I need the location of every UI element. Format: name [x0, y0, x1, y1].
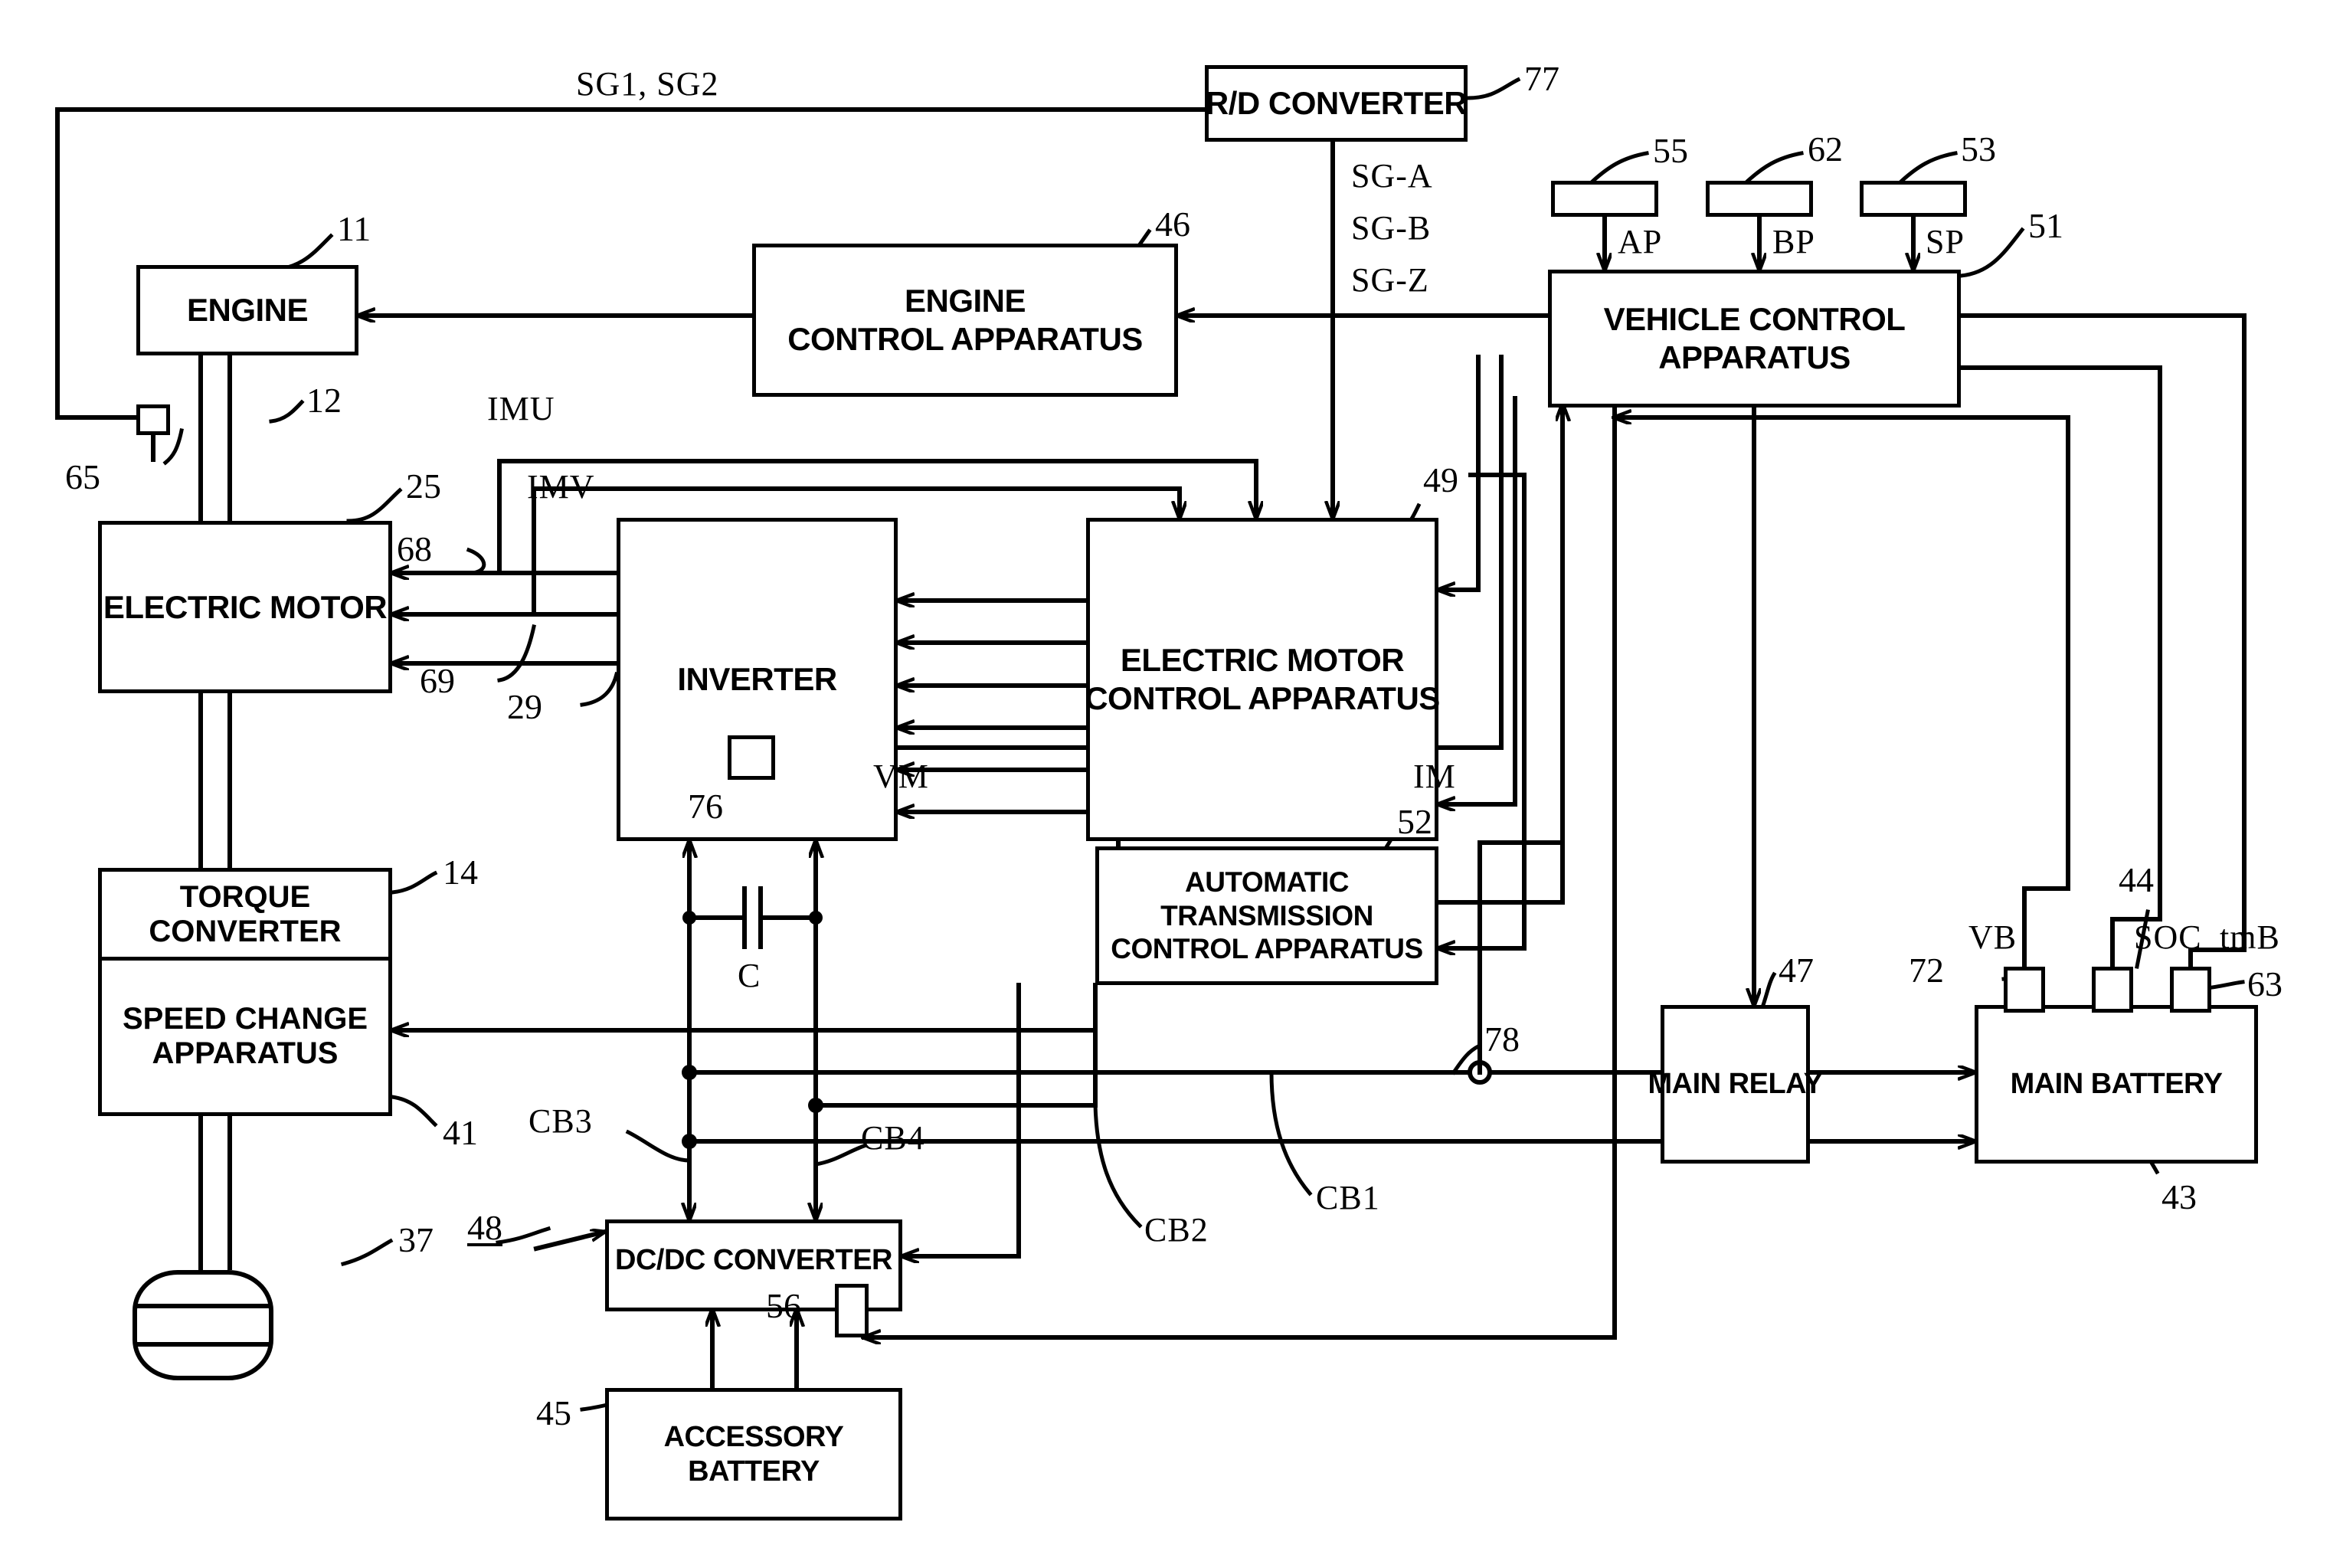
ref-numeral-torque-converter: 14	[443, 853, 478, 892]
block-engine-label: ENGINE	[186, 292, 309, 329]
block-transmission-assembly: TORQUE CONVERTER SPEED CHANGE APPARATUS	[98, 868, 392, 1116]
sensor-dcdc	[835, 1284, 869, 1337]
sensor-shift-position	[1860, 181, 1967, 217]
signal-label-cb3: CB3	[529, 1102, 593, 1140]
vehicle-control-line2: APPARATUS	[1658, 339, 1851, 375]
ref-numeral-brake-sensor: 62	[1808, 129, 1843, 169]
main-relay-label: MAIN RELAY	[1648, 1068, 1823, 1101]
accessory-battery-line2: BATTERY	[688, 1455, 820, 1488]
patent-figure-canvas: ENGINE ENGINE CONTROL APPARATUS R/D CONV…	[0, 0, 2330, 1568]
block-main-battery: MAIN BATTERY	[1975, 1005, 2258, 1164]
ref-numeral-inverter: 29	[507, 687, 542, 726]
ref-numeral-accessory-battery: 45	[536, 1393, 571, 1432]
ref-numeral-vehicle-control: 51	[2028, 206, 2063, 245]
block-speed-change-apparatus: SPEED CHANGE APPARATUS	[102, 961, 388, 1112]
sensor-accelerator-pedal	[1551, 181, 1658, 217]
sensor-battery-soc	[2092, 967, 2133, 1013]
ref-numeral-wheel: 37	[398, 1220, 434, 1259]
signal-label-vm: VM	[873, 758, 929, 795]
rd-converter-label: R/D CONVERTER	[1205, 85, 1468, 122]
signal-label-capacitor: C	[738, 957, 761, 994]
ref-numeral-shift-sensor: 53	[1961, 129, 1996, 169]
ref-numeral-rd-converter: 77	[1524, 59, 1559, 98]
ref-numeral-main-relay: 47	[1779, 951, 1814, 990]
sensor-inverter-voltage	[728, 735, 775, 780]
signal-label-cb1: CB1	[1316, 1179, 1380, 1216]
torque-converter-line1: TORQUE	[179, 879, 311, 914]
signal-label-tmb: tmB	[2220, 918, 2280, 956]
sensor-battery-voltage	[2004, 967, 2045, 1013]
ref-numeral-speed-change: 41	[443, 1113, 478, 1152]
signal-label-sg1-sg2: SG1, SG2	[576, 65, 719, 103]
ref-numeral-dcdc-converter: 48	[467, 1208, 502, 1247]
vehicle-control-line1: VEHICLE CONTROL	[1603, 301, 1906, 338]
signal-label-sp: SP	[1926, 223, 1965, 260]
sensor-brake-pedal	[1706, 181, 1813, 217]
signal-label-soc: SOC	[2134, 918, 2202, 956]
torque-converter-line2: CONVERTER	[149, 914, 342, 948]
speed-change-line1: SPEED CHANGE	[122, 1002, 368, 1036]
sensor-engine-speed	[136, 404, 170, 435]
engine-control-line2: CONTROL APPARATUS	[787, 321, 1143, 357]
signal-label-cb4: CB4	[861, 1119, 925, 1157]
ref-numeral-engine-sensor: 65	[65, 457, 100, 496]
ref-numeral-engine-control: 46	[1155, 205, 1190, 244]
dcdc-converter-label: DC/DC CONVERTER	[615, 1244, 892, 1276]
block-accessory-battery: ACCESSORY BATTERY	[605, 1388, 902, 1521]
motor-control-line1: ELECTRIC MOTOR	[1120, 642, 1405, 679]
wheel-graphic	[130, 1268, 276, 1383]
ref-numeral-battery-temp: 63	[2247, 964, 2283, 1003]
motor-control-line2: CONTROL APPARATUS	[1085, 680, 1440, 716]
ref-numeral-motor-control: 49	[1423, 460, 1458, 499]
main-battery-label: MAIN BATTERY	[2010, 1068, 2223, 1101]
block-electric-motor-control-apparatus: ELECTRIC MOTOR CONTROL APPARATUS	[1085, 518, 1440, 841]
ref-numeral-imv-sensor: 69	[420, 661, 455, 700]
ref-numeral-accel-sensor: 55	[1653, 131, 1688, 170]
ref-numeral-battery-volt: 72	[1909, 951, 1944, 990]
at-control-line2: TRANSMISSION	[1160, 899, 1373, 931]
speed-change-line2: APPARATUS	[152, 1036, 339, 1070]
signal-label-bp: BP	[1772, 223, 1815, 260]
inverter-label: INVERTER	[677, 661, 837, 698]
block-engine: ENGINE	[136, 265, 358, 355]
ref-numeral-battery-soc: 44	[2119, 860, 2154, 899]
engine-control-line1: ENGINE	[904, 283, 1026, 319]
block-inverter: INVERTER	[617, 518, 898, 841]
block-vehicle-control-apparatus: VEHICLE CONTROL APPARATUS	[1548, 270, 1961, 408]
ref-numeral-at-control: 52	[1397, 802, 1432, 841]
block-main-relay: MAIN RELAY	[1648, 1005, 1823, 1164]
signal-label-ap: AP	[1618, 223, 1663, 260]
signal-label-imv: IMV	[527, 468, 595, 506]
signal-label-sg-b: SG-B	[1351, 209, 1432, 247]
ref-numeral-drive-shaft: 12	[306, 381, 342, 420]
ref-numeral-electric-motor: 25	[406, 466, 441, 506]
block-automatic-transmission-control-apparatus: AUTOMATIC TRANSMISSION CONTROL APPARATUS	[1095, 846, 1438, 985]
signal-label-sg-a: SG-A	[1351, 157, 1433, 195]
ref-numeral-current-node: 78	[1484, 1020, 1520, 1059]
signal-label-sg-z: SG-Z	[1351, 261, 1429, 299]
block-torque-converter: TORQUE CONVERTER	[102, 872, 388, 961]
signal-label-im: IM	[1413, 758, 1456, 795]
ref-numeral-imu-sensor: 68	[397, 529, 432, 568]
at-control-line3: CONTROL APPARATUS	[1111, 933, 1423, 965]
sensor-battery-temperature	[2170, 967, 2211, 1013]
ref-numeral-dcdc-sensor: 56	[766, 1286, 801, 1325]
accessory-battery-line1: ACCESSORY	[663, 1420, 844, 1453]
at-control-line1: AUTOMATIC	[1184, 866, 1350, 899]
block-engine-control-apparatus: ENGINE CONTROL APPARATUS	[752, 244, 1178, 397]
signal-label-imu: IMU	[487, 390, 555, 427]
ref-numeral-engine: 11	[337, 209, 371, 248]
block-rd-converter: R/D CONVERTER	[1205, 65, 1468, 142]
block-electric-motor: ELECTRIC MOTOR	[98, 521, 392, 693]
ref-numeral-main-battery: 43	[2161, 1177, 2197, 1216]
ref-numeral-inverter-volt-sensor: 76	[688, 787, 723, 826]
signal-label-vb: VB	[1968, 918, 2017, 956]
electric-motor-label: ELECTRIC MOTOR	[103, 588, 388, 625]
signal-label-cb2: CB2	[1144, 1211, 1209, 1249]
